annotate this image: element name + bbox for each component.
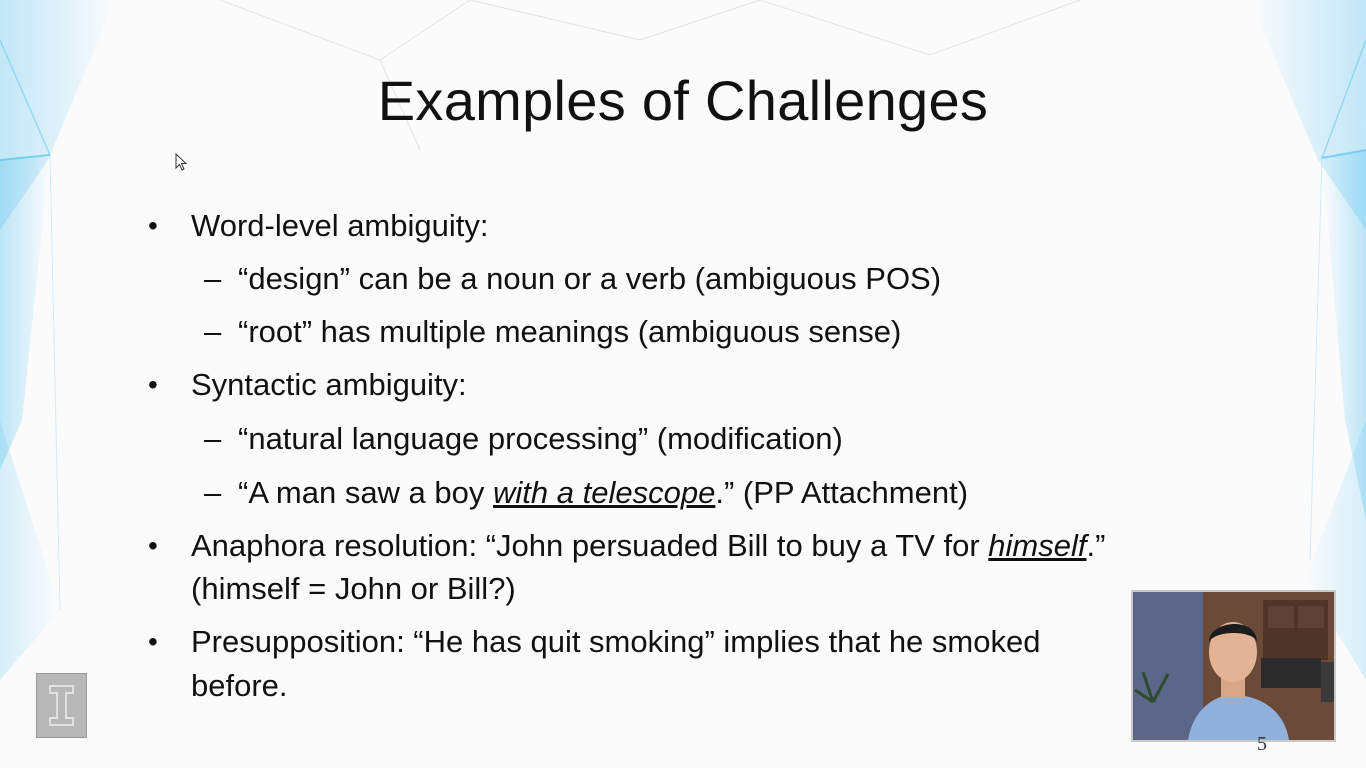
illinois-block-i-logo — [36, 673, 87, 738]
subitem-telescope: “A man saw a boy with a telescope.” (PP … — [238, 475, 968, 511]
presupposition-continuation: before. — [191, 668, 288, 703]
dash-icon: – — [204, 421, 222, 456]
dash-icon: – — [204, 475, 222, 510]
bullet-word-level: Word-level ambiguity: — [191, 208, 489, 243]
anaphora-before: Anaphora resolution: “John persuaded Bil… — [191, 528, 989, 563]
bullet-anaphora: Anaphora resolution: “John persuaded Bil… — [191, 528, 1105, 564]
subitem-nlp: “natural language processing” (modificat… — [238, 421, 843, 456]
anaphora-continuation: (himself = John or Bill?) — [191, 571, 516, 606]
subitem-design: “design” can be a noun or a verb (ambigu… — [238, 261, 942, 296]
bullet-dot: • — [148, 210, 158, 241]
dash-icon: – — [204, 261, 222, 296]
bullet-dot: • — [148, 530, 158, 561]
presenter-webcam — [1131, 590, 1336, 742]
bullet-presupposition: Presupposition: “He has quit smoking” im… — [191, 624, 1041, 659]
subitem-telescope-after: .” (PP Attachment) — [715, 475, 969, 510]
anaphora-after: .” — [1086, 528, 1106, 563]
dash-icon: – — [204, 314, 222, 349]
bullet-dot: • — [148, 369, 158, 400]
bullet-dot: • — [148, 626, 158, 657]
anaphora-emphasis: himself — [988, 528, 1087, 563]
page-number: 5 — [1257, 733, 1267, 755]
bullet-syntactic: Syntactic ambiguity: — [191, 367, 467, 402]
subitem-telescope-before: “A man saw a boy — [238, 475, 494, 510]
subitem-root: “root” has multiple meanings (ambiguous … — [238, 314, 902, 349]
subitem-telescope-emphasis: with a telescope — [493, 475, 716, 510]
